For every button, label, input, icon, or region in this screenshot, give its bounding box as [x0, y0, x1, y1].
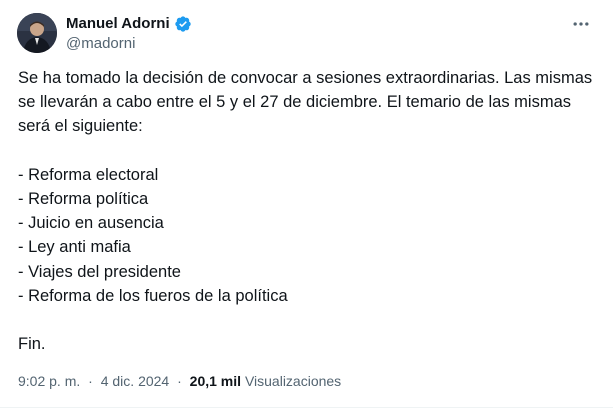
meta-separator: ·	[177, 373, 182, 389]
tweet-text: Se ha tomado la decisión de convocar a s…	[18, 66, 598, 356]
views-count: 20,1 mil	[189, 373, 242, 389]
tweet-card: Manuel Adorni @madorni Se ha tomado la d…	[0, 0, 613, 409]
avatar[interactable]	[17, 13, 57, 53]
list-item: - Reforma de los fueros de la política	[18, 286, 288, 305]
tweet-time[interactable]: 9:02 p. m.	[18, 373, 80, 389]
list-item: - Ley anti mafia	[18, 238, 131, 257]
author-handle[interactable]: @madorni	[66, 34, 135, 54]
views-label: Visualizaciones	[244, 373, 342, 389]
tweet-agenda-list: - Reforma electoral - Reforma política -…	[18, 163, 598, 308]
tweet-meta: 9:02 p. m. · 4 dic. 2024 · 20,1 mil Visu…	[18, 371, 341, 391]
list-item: - Reforma política	[18, 190, 149, 208]
tweet-date[interactable]: 4 dic. 2024	[101, 373, 170, 389]
divider	[0, 407, 613, 408]
author-name-row: Manuel Adorni	[66, 14, 192, 34]
meta-separator: ·	[88, 373, 93, 389]
list-item: - Viajes del presidente	[18, 262, 181, 281]
tweet-intro: Se ha tomado la decisión de convocar a s…	[18, 69, 593, 136]
author-display-name[interactable]: Manuel Adorni	[66, 14, 170, 34]
more-options-icon[interactable]	[569, 14, 593, 34]
tweet-closing: Fin.	[18, 335, 46, 354]
verified-badge-icon	[174, 15, 192, 33]
list-item: - Reforma electoral	[18, 165, 159, 184]
list-item: - Juicio en ausencia	[18, 214, 164, 233]
